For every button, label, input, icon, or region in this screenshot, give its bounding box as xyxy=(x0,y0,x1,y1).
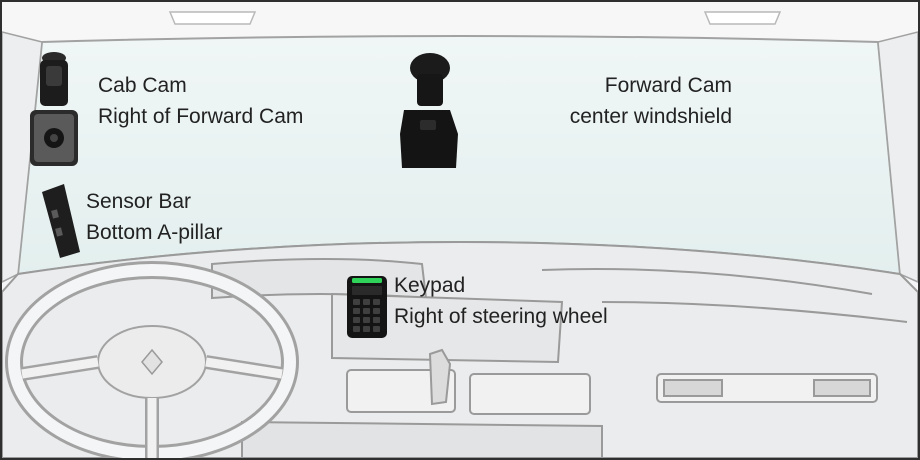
keypad-key xyxy=(373,326,380,332)
cab-cam-location: Right of Forward Cam xyxy=(98,105,304,128)
keypad-label: Keypad Right of steering wheel xyxy=(394,270,608,332)
cab-cam-label: Cab Cam Right of Forward Cam xyxy=(98,70,303,132)
roof-vent-right xyxy=(703,11,782,25)
cab-cam-name: Cab Cam xyxy=(98,74,187,97)
sensor-bar-name: Sensor Bar xyxy=(86,190,192,213)
keypad-location: Right of steering wheel xyxy=(394,305,608,328)
diagram-canvas: Cab Cam Right of Forward Cam Forward Cam… xyxy=(0,0,920,460)
keypad-key xyxy=(373,299,380,305)
keypad-key xyxy=(363,299,370,305)
keypad-key xyxy=(353,299,360,305)
keypad-key xyxy=(353,308,360,314)
keypad-key xyxy=(373,308,380,314)
keypad-key xyxy=(353,317,360,323)
forward-cam-label: Forward Cam center windshield xyxy=(570,70,732,132)
sensor-bar-location: Bottom A-pillar xyxy=(86,221,223,244)
keypad-name: Keypad xyxy=(394,274,466,297)
keypad-key xyxy=(363,308,370,314)
sensor-bar-label: Sensor Bar Bottom A-pillar xyxy=(86,186,223,248)
keypad-key xyxy=(363,317,370,323)
keypad-key xyxy=(353,326,360,332)
forward-cam-name: Forward Cam xyxy=(604,74,732,97)
roof-vent-left xyxy=(168,11,257,25)
keypad-key xyxy=(373,317,380,323)
forward-cam-location: center windshield xyxy=(569,105,732,128)
keypad-key xyxy=(363,326,370,332)
